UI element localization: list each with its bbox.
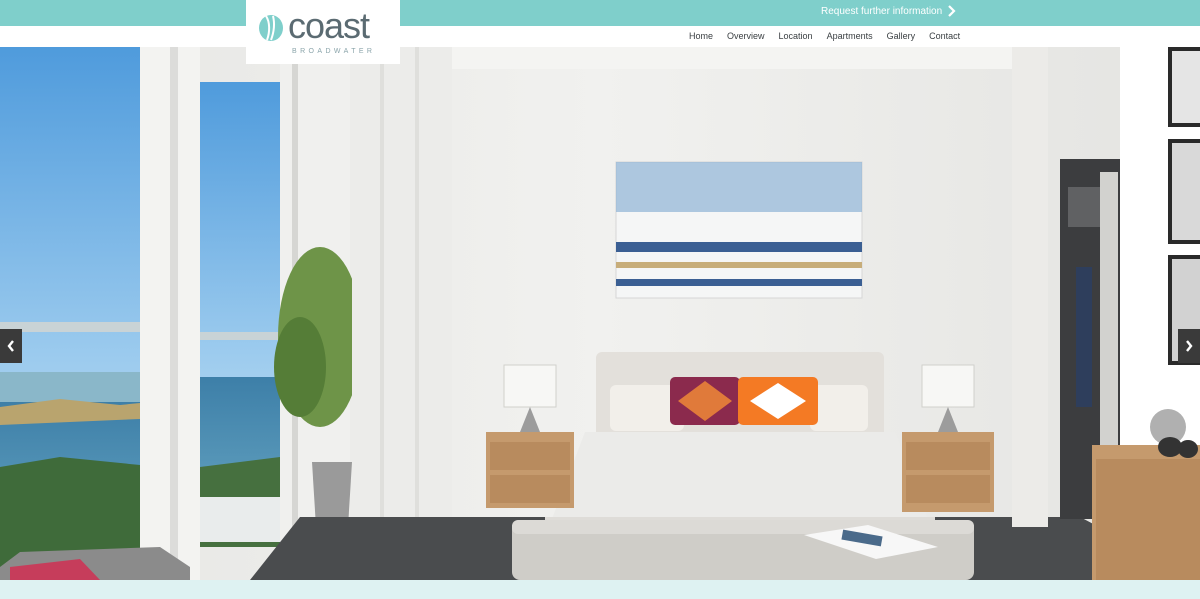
chevron-right-icon [1186,340,1193,352]
nav-item-gallery[interactable]: Gallery [887,31,916,41]
request-info-link[interactable]: Request further information [821,5,956,17]
hero-slider [0,47,1200,580]
logo[interactable]: coast BROADWATER [246,0,400,64]
top-bar: Request further information [0,0,1200,26]
nav-item-contact[interactable]: Contact [929,31,960,41]
nav-item-apartments[interactable]: Apartments [827,31,873,41]
leaf-logo-icon [259,15,283,41]
logo-wordmark: coast [288,5,370,46]
slider-next-button[interactable] [1178,329,1200,363]
slider-prev-button[interactable] [0,329,22,363]
main-nav: Home Overview Location Apartments Galler… [0,26,1200,48]
nav-item-overview[interactable]: Overview [727,31,765,41]
request-info-label: Request further information [821,5,943,17]
hero-bedroom-image [0,47,1200,580]
chevron-right-icon [948,5,956,17]
footer-strip [0,580,1200,599]
chevron-left-icon [7,340,14,352]
logo-subtitle: BROADWATER [292,48,376,55]
nav-item-home[interactable]: Home [689,31,713,41]
nav-item-location[interactable]: Location [779,31,813,41]
